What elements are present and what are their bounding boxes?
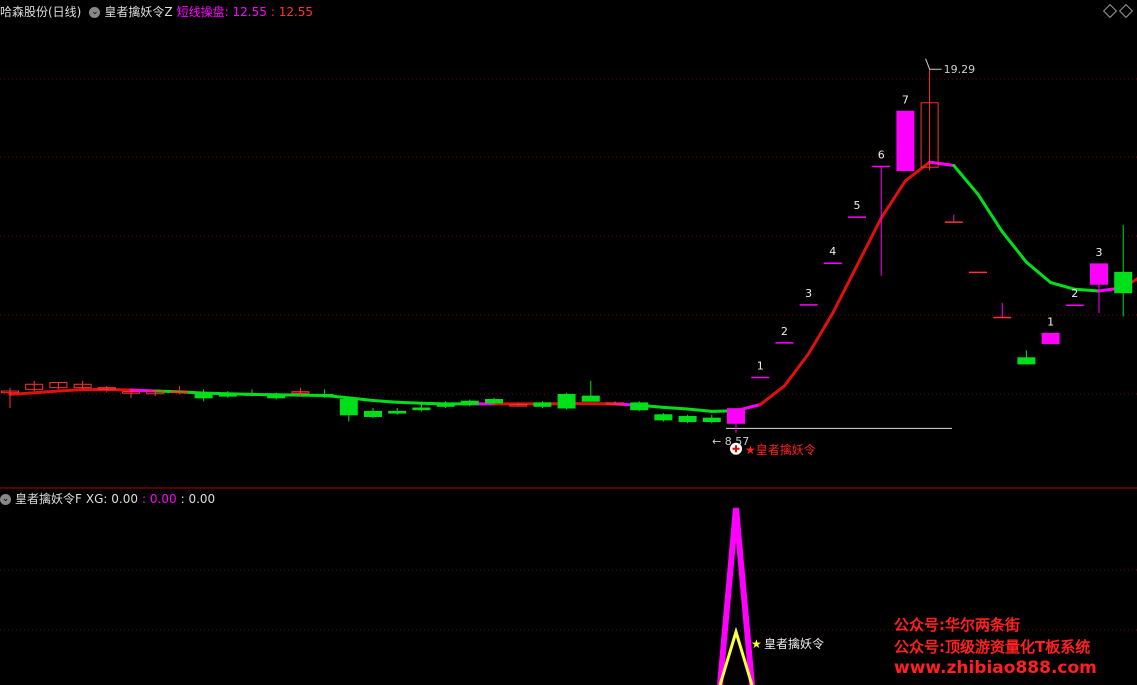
candle-body	[460, 400, 479, 406]
ma-line-segment	[831, 264, 859, 315]
chevron-down-icon[interactable]: ⌄	[89, 7, 101, 18]
chart-canvas[interactable]: 1234567123119.29← 8.57★皇者擒妖令皇者擒妖令★	[0, 0, 1137, 685]
candle-body	[267, 393, 286, 399]
value2: : 12.55	[270, 5, 314, 19]
candle-body	[218, 393, 237, 397]
watermark-line2: 公众号:顶级游资量化T板系统	[894, 638, 1091, 656]
ma-line-segment	[419, 401, 448, 406]
candle-body	[1114, 271, 1133, 294]
count-label: 4	[829, 245, 836, 258]
ma-line-segment	[56, 388, 85, 393]
candle-body	[533, 402, 552, 407]
count-label: 5	[854, 199, 861, 212]
ma-line-segment	[782, 352, 811, 388]
candle-body	[896, 110, 915, 172]
ma-line-segment	[928, 160, 956, 168]
candle-body	[436, 404, 455, 407]
high-pointer	[925, 58, 942, 70]
candle-body	[702, 417, 721, 423]
indicator-name[interactable]: 皇者擒妖令Z	[104, 5, 172, 19]
count-label: 2	[781, 325, 788, 338]
stock-name: 哈森股份(日线)	[0, 5, 82, 19]
chevron-down-icon[interactable]: ⌄	[0, 494, 11, 505]
candle-body	[581, 395, 600, 402]
xg-label: XG: 0.00	[85, 492, 139, 506]
count-label: 7	[902, 93, 909, 106]
ma-line-segment	[758, 384, 786, 407]
count-label: 3	[1096, 246, 1103, 259]
high-label: 19.29	[944, 63, 976, 76]
ma-line-segment	[855, 216, 883, 268]
ma-line-segment	[1000, 230, 1028, 264]
ma-line-segment	[395, 400, 423, 405]
ma-line-segment	[32, 389, 60, 395]
main-header: 哈森股份(日线) ⌄ 皇者擒妖令Z 短线操盘: 12.55: 12.55	[0, 3, 317, 20]
ma-line-segment	[1073, 287, 1101, 293]
watermark-line3: www.zhibiao888.com	[894, 658, 1097, 678]
sub-header: ⌄ 皇者擒妖令F XG: 0.00: 0.00: 0.00	[0, 490, 219, 507]
candle-body	[485, 399, 503, 404]
series-label: 短线操盘	[176, 5, 225, 19]
value1: : 12.55	[224, 5, 267, 19]
count-label: 2	[1071, 287, 1078, 300]
low-label: ← 8.57	[712, 435, 749, 448]
count-label: 1	[757, 359, 764, 372]
sub-indicator-name[interactable]: 皇者擒妖令F	[15, 492, 82, 506]
candle-body	[194, 392, 213, 399]
ma-line-segment	[686, 407, 714, 413]
xg-signal-line	[717, 507, 755, 685]
candle-body	[388, 410, 407, 414]
ma-line-segment	[371, 399, 399, 404]
candle-body	[243, 393, 261, 396]
candle-body	[1090, 263, 1108, 285]
ma-line-segment	[952, 164, 980, 196]
candle-body	[364, 410, 382, 417]
ma-line-segment	[976, 192, 1004, 234]
ma-line-segment	[879, 179, 907, 220]
count-label: 3	[805, 287, 812, 300]
ma-line-segment	[1024, 260, 1053, 285]
sub-value3: : 0.00	[180, 492, 216, 506]
watermark-line1: 公众号:华尔两条街	[894, 616, 1020, 634]
candle-body	[557, 393, 576, 409]
candle-body	[654, 414, 673, 421]
candle-body	[678, 415, 697, 423]
sub-value2: : 0.00	[142, 492, 177, 506]
ma-line-segment	[807, 311, 835, 356]
ma-line-segment	[661, 405, 690, 411]
candle-body	[412, 407, 431, 411]
count-label: 1	[1047, 315, 1054, 328]
signal-label: ★皇者擒妖令	[745, 442, 816, 457]
count-label: 6	[878, 149, 885, 162]
candle-body	[339, 399, 358, 416]
candle-body	[1017, 357, 1036, 365]
candle-body	[315, 393, 334, 397]
candle-body	[1041, 332, 1060, 345]
candle-body	[630, 402, 649, 411]
candle-body	[727, 408, 745, 424]
star-icon: ★	[751, 637, 762, 651]
sub-signal-label: 皇者擒妖令	[764, 636, 824, 651]
